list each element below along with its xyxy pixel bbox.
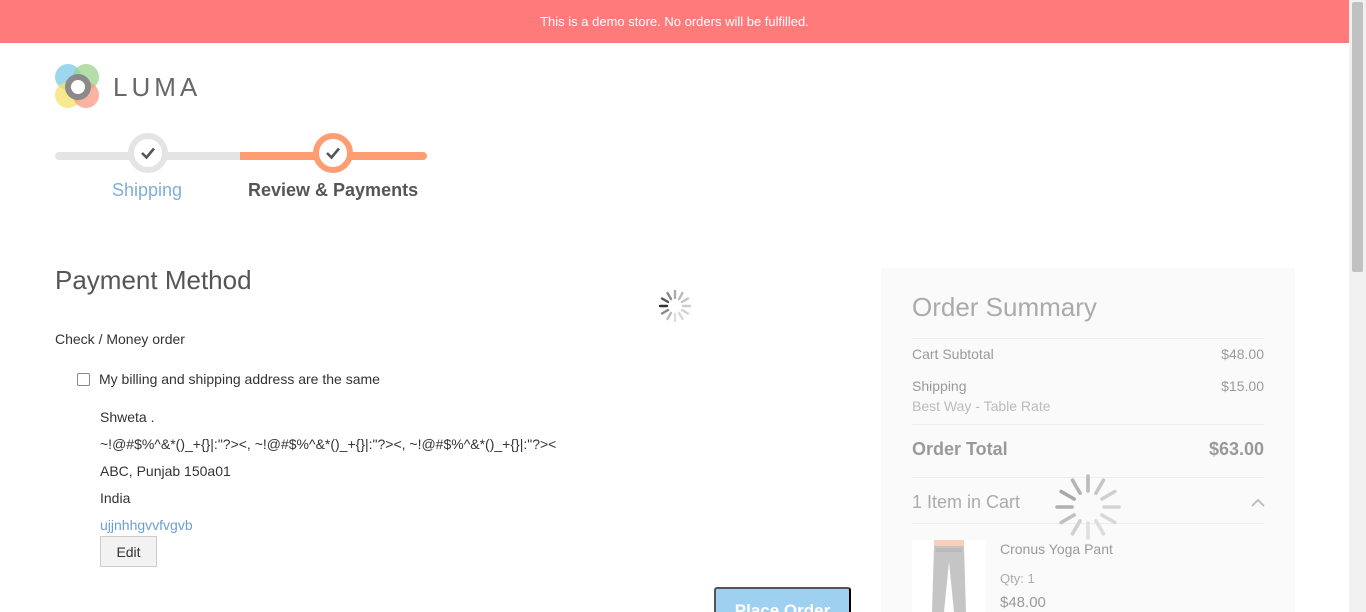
scrollbar-thumb[interactable] [1352,2,1363,272]
payment-method-name[interactable]: Check / Money order [55,331,185,347]
place-order-button[interactable]: Place Order [714,587,851,612]
check-icon [141,147,155,160]
billing-same-as-shipping[interactable]: My billing and shipping address are the … [77,371,380,387]
step-review-label: Review & Payments [248,180,419,200]
step-shipping-circle[interactable] [128,133,168,173]
step-review-circle [313,133,353,173]
loading-spinner-icon [658,289,692,328]
address-country: India [100,490,131,506]
logo-wordmark: LUMA [113,71,202,102]
page-scrollbar[interactable] [1349,0,1366,612]
demo-store-notice: This is a demo store. No orders will be … [0,0,1349,43]
address-phone-link[interactable]: ujjnhhgvvfvgvb [100,512,556,539]
demo-notice-text: This is a demo store. No orders will be … [540,14,809,29]
address-name: Shweta . [100,409,155,425]
billing-address-details: Shweta . ~!@#$%^&*()_+{}|:"?><, ~!@#$%^&… [100,404,556,539]
address-street: ~!@#$%^&*()_+{}|:"?><, ~!@#$%^&*()_+{}|:… [100,436,557,452]
luma-logo-icon [55,64,101,110]
step-shipping-link[interactable]: Shipping [112,180,182,201]
payment-method-title: Payment Method [55,265,252,295]
billing-same-checkbox[interactable] [77,372,90,386]
check-icon [326,147,340,160]
checkout-progress-bar: Shipping Review & Payments [55,133,427,213]
store-logo[interactable]: LUMA [55,64,201,110]
summary-loading-overlay [881,268,1295,612]
address-city: ABC, Punjab 150a01 [100,463,231,479]
edit-address-button[interactable]: Edit [100,536,157,567]
billing-same-label[interactable]: My billing and shipping address are the … [99,371,380,387]
summary-loading-spinner-icon [1054,473,1122,546]
